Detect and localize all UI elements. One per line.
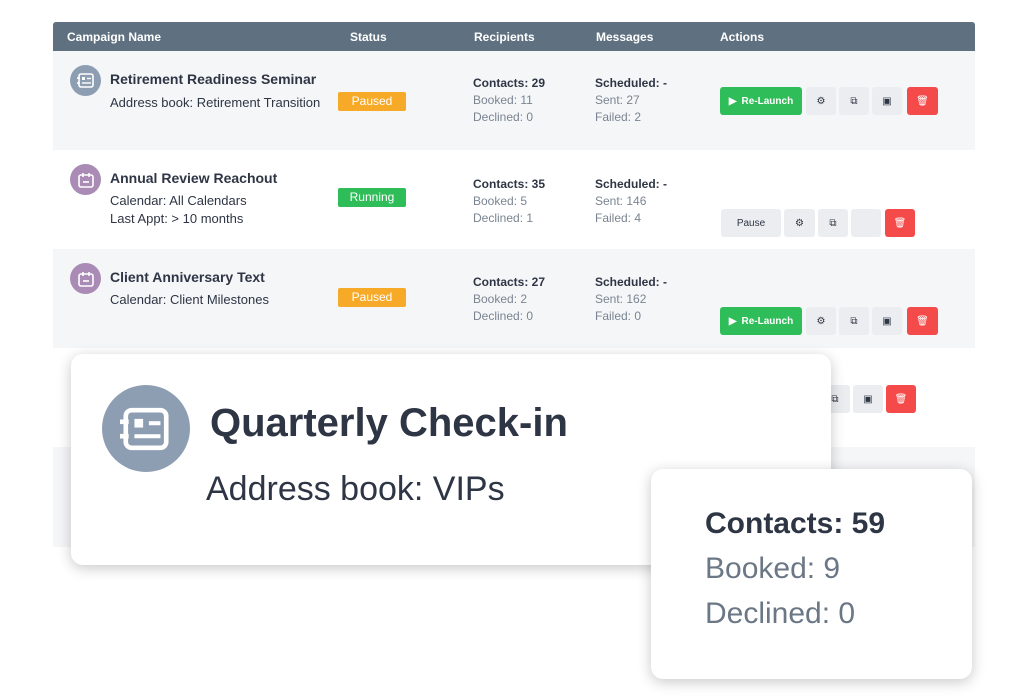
archive-icon: ▣ — [882, 95, 892, 107]
gear-icon: ⚙ — [795, 217, 804, 229]
status-badge: Running — [338, 188, 406, 207]
copy-icon: ⧉ — [850, 315, 858, 327]
col-campaign-name: Campaign Name — [67, 30, 162, 44]
campaign-filter: Last Appt: > 10 months — [110, 211, 244, 226]
scheduled-count: Scheduled: - — [595, 76, 668, 90]
campaign-name[interactable]: Client Anniversary Text — [110, 269, 265, 285]
duplicate-button[interactable]: ⧉ — [839, 87, 869, 115]
campaign-source: Calendar: Client Milestones — [110, 292, 269, 307]
sent-count: Sent: 162 — [595, 292, 647, 306]
failed-count: Failed: 0 — [595, 309, 642, 323]
declined-count: Declined: 0 — [473, 309, 534, 323]
scheduled-count: Scheduled: - — [595, 177, 668, 191]
play-icon: ▶ — [728, 315, 737, 327]
contacts-count: Contacts: 29 — [473, 76, 546, 90]
zoomed-contacts-count: Contacts: 59 — [705, 507, 886, 540]
settings-button[interactable]: ⚙ — [784, 209, 815, 237]
calendar-icon — [70, 164, 101, 195]
copy-icon: ⧉ — [831, 393, 839, 405]
delete-button[interactable]: 🗑 — [886, 385, 916, 413]
play-icon: ▶ — [728, 95, 737, 107]
campaign-name[interactable]: Annual Review Reachout — [110, 170, 277, 186]
table-row: Annual Review Reachout Calendar: All Cal… — [53, 150, 975, 249]
sent-count: Sent: 27 — [595, 93, 640, 107]
duplicate-button[interactable]: ⧉ — [818, 209, 848, 237]
sent-count: Sent: 146 — [595, 194, 647, 208]
archive-icon: ▣ — [863, 393, 873, 405]
address-card-icon — [102, 385, 190, 472]
relaunch-button[interactable]: ▶ Re-Launch — [720, 307, 802, 335]
contacts-count: Contacts: 27 — [473, 275, 546, 289]
booked-count: Booked: 11 — [473, 93, 533, 107]
archive-button[interactable]: ▣ — [872, 87, 902, 115]
table-row: Retirement Readiness Seminar Address boo… — [53, 51, 975, 150]
trash-icon: 🗑 — [916, 95, 929, 107]
calendar-icon — [70, 263, 101, 294]
table-header: Campaign Name Status Recipients Messages… — [53, 22, 975, 51]
settings-button[interactable]: ⚙ — [806, 307, 836, 335]
zoomed-stats-card: Contacts: 59 Booked: 9 Declined: 0 — [651, 469, 972, 679]
col-recipients: Recipients — [474, 30, 535, 44]
failed-count: Failed: 2 — [595, 110, 642, 124]
delete-button[interactable]: 🗑 — [907, 307, 938, 335]
gear-icon: ⚙ — [816, 95, 826, 107]
blank-button[interactable] — [851, 209, 881, 237]
booked-count: Booked: 2 — [473, 292, 528, 306]
duplicate-button[interactable]: ⧉ — [839, 307, 869, 335]
scheduled-count: Scheduled: - — [595, 275, 668, 289]
contacts-count: Contacts: 35 — [473, 177, 546, 191]
archive-button[interactable]: ▣ — [853, 385, 883, 413]
campaign-name[interactable]: Retirement Readiness Seminar — [110, 71, 316, 87]
declined-count: Declined: 0 — [473, 110, 534, 124]
campaign-source: Calendar: All Calendars — [110, 193, 247, 208]
relaunch-button[interactable]: ▶ Re-Launch — [720, 87, 802, 115]
table-row: Client Anniversary Text Calendar: Client… — [53, 249, 975, 348]
col-messages: Messages — [596, 30, 654, 44]
status-badge: Paused — [338, 92, 406, 111]
col-actions: Actions — [720, 30, 765, 44]
pause-button[interactable]: Pause — [721, 209, 781, 237]
copy-icon: ⧉ — [829, 217, 837, 229]
archive-icon: ▣ — [882, 315, 892, 327]
trash-icon: 🗑 — [894, 393, 908, 405]
trash-icon: 🗑 — [916, 315, 929, 327]
delete-button[interactable]: 🗑 — [907, 87, 938, 115]
zoomed-booked-count: Booked: 9 — [705, 552, 841, 585]
status-badge: Paused — [338, 288, 406, 307]
settings-button[interactable]: ⚙ — [806, 87, 836, 115]
booked-count: Booked: 5 — [473, 194, 528, 208]
delete-button[interactable]: 🗑 — [885, 209, 915, 237]
zoomed-campaign-name: Quarterly Check-in — [210, 401, 568, 445]
trash-icon: 🗑 — [893, 217, 907, 229]
archive-button[interactable]: ▣ — [872, 307, 902, 335]
gear-icon: ⚙ — [816, 315, 826, 327]
copy-icon: ⧉ — [850, 95, 858, 107]
declined-count: Declined: 1 — [473, 211, 534, 225]
zoomed-declined-count: Declined: 0 — [705, 597, 856, 630]
address-card-icon — [70, 65, 101, 96]
campaign-source: Address book: Retirement Transition — [110, 95, 321, 110]
relaunch-label: Re-Launch — [741, 315, 794, 327]
relaunch-label: Re-Launch — [741, 95, 794, 107]
col-status: Status — [350, 30, 387, 44]
failed-count: Failed: 4 — [595, 211, 642, 225]
zoomed-campaign-source: Address book: VIPs — [206, 470, 505, 508]
